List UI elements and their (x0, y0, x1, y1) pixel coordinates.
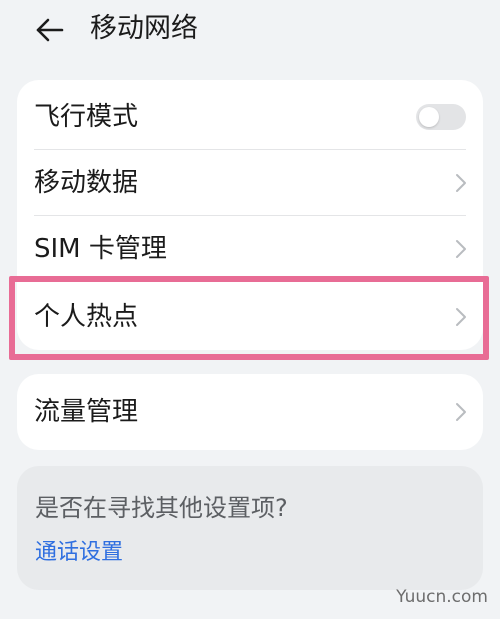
mobile-data-label: 移动数据 (34, 168, 139, 198)
chevron-right-icon (456, 308, 466, 326)
airplane-mode-label: 飞行模式 (34, 102, 139, 132)
back-button[interactable] (30, 10, 70, 50)
traffic-management-label: 流量管理 (34, 397, 139, 427)
arrow-left-icon (36, 18, 64, 42)
chevron-right-icon (456, 403, 466, 421)
airplane-mode-toggle[interactable] (416, 104, 466, 130)
hotspot-label: 个人热点 (34, 302, 139, 332)
watermark: Yuucn.com (396, 587, 488, 607)
page-title: 移动网络 (90, 13, 198, 44)
mobile-data-row[interactable]: 移动数据 (17, 150, 483, 216)
sim-management-row[interactable]: SIM 卡管理 (17, 216, 483, 282)
chevron-right-icon (456, 240, 466, 258)
sim-management-label: SIM 卡管理 (34, 234, 167, 264)
suggestion-card: 是否在寻找其他设置项? 通话设置 (17, 466, 483, 590)
chevron-right-icon (456, 174, 466, 192)
traffic-card: 流量管理 (17, 374, 483, 450)
hotspot-row[interactable]: 个人热点 (17, 284, 483, 350)
call-settings-link[interactable]: 通话设置 (35, 538, 123, 568)
suggestion-question: 是否在寻找其他设置项? (35, 494, 288, 522)
traffic-management-row[interactable]: 流量管理 (17, 379, 483, 445)
toggle-knob (419, 107, 439, 127)
settings-card: 飞行模式 移动数据 SIM 卡管理 个人热点 (17, 80, 483, 350)
header: 移动网络 (0, 0, 500, 60)
airplane-mode-row[interactable]: 飞行模式 (17, 84, 483, 150)
